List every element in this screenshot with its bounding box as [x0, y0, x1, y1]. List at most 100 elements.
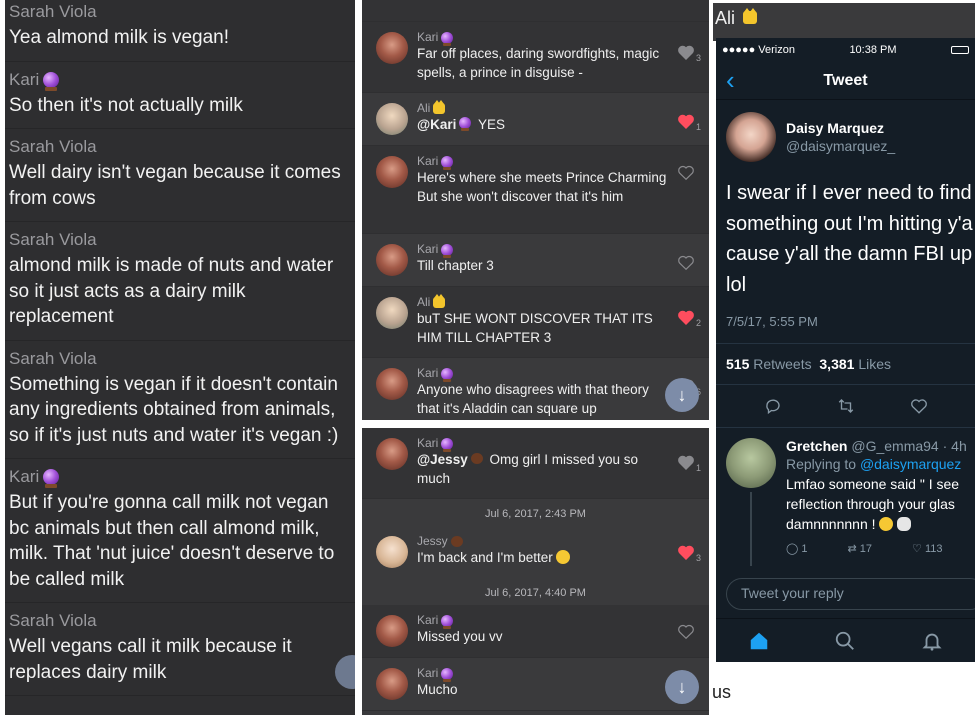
crystal-ball-icon [441, 437, 454, 452]
author-avatar[interactable] [726, 112, 776, 162]
mention[interactable]: @Jessy [417, 452, 468, 467]
reply-avatar[interactable] [726, 438, 776, 488]
message-sender: Sarah Viola [9, 348, 97, 368]
avatar[interactable] [376, 536, 408, 568]
crystal-ball-icon [459, 117, 472, 131]
sunglasses-emoji-icon [556, 550, 571, 564]
back-chevron-icon[interactable]: ‹ [726, 66, 735, 94]
avatar[interactable] [376, 297, 408, 329]
mention[interactable]: @Kari [417, 117, 456, 132]
avatar[interactable] [376, 103, 408, 135]
chat-panel-middle-bottom: Kari @Jessy Omg girl I missed you so muc… [362, 428, 709, 715]
row-text: Far off places, daring swordfights, magi… [417, 46, 660, 80]
avatar[interactable] [376, 615, 408, 647]
bell-icon [922, 633, 942, 651]
row-sender: Ali [417, 295, 431, 309]
avatar[interactable] [376, 668, 408, 700]
crystal-ball-icon [441, 31, 454, 46]
chat-row: Jessy I'm back and I'm better 3 [362, 526, 709, 578]
tab-bar [716, 618, 975, 662]
laughing-emoji-icon [879, 517, 894, 531]
cat-face-icon [433, 100, 446, 114]
reply-line: Lmfao someone said " I see [786, 476, 960, 492]
tab-notifications[interactable] [921, 630, 943, 652]
row-sender: Kari [417, 436, 439, 450]
reply-tweet[interactable]: Gretchen @G_emma94 · 4h Replying to @dai… [716, 428, 975, 566]
thread-line [750, 492, 752, 566]
like-count: 2 [696, 318, 702, 328]
tweet-author: Daisy Marquez @daisymarquez_ [716, 100, 975, 170]
avatar[interactable] [376, 32, 408, 64]
reply-button[interactable] [764, 397, 782, 415]
row-sender: Kari [417, 154, 439, 168]
message-text: But if you're gonna call milk not vegan … [9, 492, 335, 590]
retweet-icon: ⇄ [847, 543, 857, 555]
heart-filled-icon [678, 114, 694, 129]
author-handle[interactable]: @daisymarquez_ [786, 138, 895, 154]
like-button[interactable]: 1 [677, 113, 701, 132]
carrier-label: ●●●●● Verizon [722, 44, 795, 56]
replying-label: Replying to [786, 456, 857, 472]
chat-row: Ali @Kari YES 1 [362, 93, 709, 146]
chat-panel-left: Sarah Viola Yea almond milk is vegan! Ka… [5, 0, 355, 715]
message-sender: Sarah Viola [9, 2, 97, 21]
message-sender: Kari [9, 467, 40, 486]
crystal-ball-icon [43, 469, 60, 488]
heart-outline-icon [678, 624, 694, 640]
message-text: Well dairy isn't vegan because it comes … [9, 162, 341, 209]
retweet-button[interactable] [837, 397, 855, 415]
like-button[interactable]: 3 [677, 44, 701, 63]
like-button[interactable]: 2 [677, 309, 701, 328]
heart-icon [678, 45, 694, 60]
reply-author-name[interactable]: Gretchen [786, 438, 847, 454]
chat-row: Kari Far off places, daring swordfights,… [362, 22, 709, 93]
home-icon [750, 632, 768, 649]
replying-handle[interactable]: @daisymarquez [860, 456, 961, 472]
like-button[interactable] [910, 397, 928, 415]
row-text: Here's where she meets Prince Charming B… [417, 170, 667, 204]
scroll-down-button[interactable]: ↓ [665, 670, 699, 704]
like-button[interactable] [677, 254, 695, 271]
like-button[interactable] [677, 164, 695, 181]
twitter-screen: ●●●●● Verizon 10:38 PM ‹ Tweet Daisy Mar… [716, 38, 975, 662]
heart-filled-icon [678, 310, 694, 325]
retweet-count[interactable]: 515 [726, 356, 749, 372]
heart-icon [678, 455, 694, 470]
like-button[interactable]: 3 [677, 544, 701, 563]
like-count: 1 [696, 122, 702, 132]
like-count[interactable]: 3,381 [819, 356, 854, 372]
reply-retweet-button[interactable]: ⇄ 17 [848, 542, 873, 555]
tab-home[interactable] [748, 630, 770, 652]
nav-title: Tweet [823, 71, 868, 89]
like-button[interactable]: 1 [677, 454, 701, 473]
crystal-ball-icon [43, 71, 60, 91]
chat-row: Kari Till chapter 3 [362, 234, 709, 287]
crystal-ball-icon [441, 667, 454, 682]
message-sender: Sarah Viola [9, 611, 97, 630]
message-text: Something is vegan if it doesn't contain… [9, 373, 339, 446]
scroll-down-button[interactable]: ↓ [665, 378, 699, 412]
avatar[interactable] [376, 438, 408, 470]
avatar[interactable] [376, 368, 408, 400]
message-sender: Sarah Viola [9, 137, 97, 156]
like-button[interactable] [677, 623, 695, 640]
avatar[interactable] [376, 156, 408, 188]
retweet-icon [838, 399, 853, 413]
reply-like-button[interactable]: ♡ 113 [912, 542, 942, 555]
tweet-reply-input[interactable]: Tweet your reply [726, 578, 975, 610]
battery-icon [951, 46, 969, 54]
chat-row: Ali buT SHE WONT DISCOVER THAT ITS HIM T… [362, 287, 709, 358]
tab-search[interactable] [834, 630, 856, 652]
author-name[interactable]: Daisy Marquez [786, 120, 895, 136]
skull-emoji-icon [897, 517, 912, 531]
row-text: Mucho [417, 682, 458, 697]
screenshot-collage: Sarah Viola Yea almond milk is vegan! Ka… [0, 0, 980, 720]
chat-row: Kari Anyone who disagrees with that theo… [362, 358, 709, 420]
tweet-stats: 515 Retweets 3,381 Likes [716, 343, 975, 385]
reply-reply-button[interactable]: ◯ 1 [786, 542, 808, 555]
reply-actions: ◯ 1 ⇄ 17 ♡ 113 [716, 534, 975, 555]
avatar[interactable] [376, 244, 408, 276]
message: Sarah Viola Well vegans call it milk bec… [5, 603, 355, 696]
crystal-ball-icon [441, 367, 454, 382]
tweet-timestamp: 7/5/17, 5:55 PM [726, 314, 818, 329]
